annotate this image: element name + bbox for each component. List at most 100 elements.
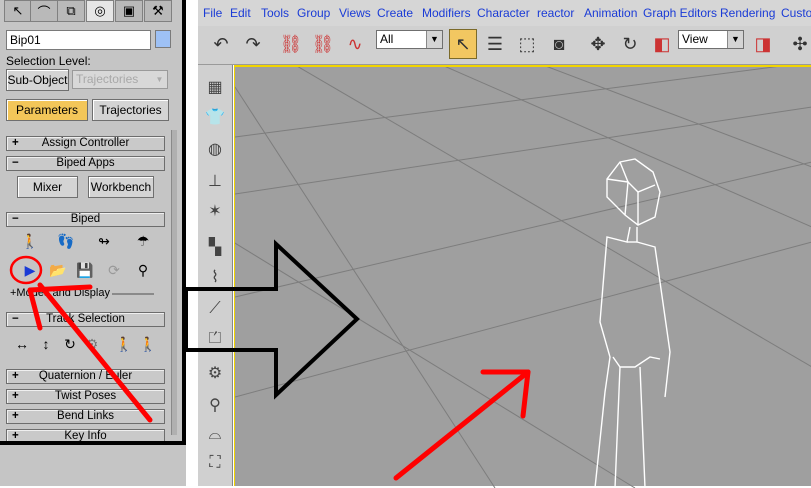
lock-cog-icon[interactable]: ⚙: [82, 335, 102, 353]
panel-scrollbar[interactable]: [171, 130, 177, 435]
select-and-scale-icon[interactable]: ◧: [648, 29, 676, 59]
figure-mode-icon[interactable]: 🚶: [20, 232, 40, 250]
star-icon[interactable]: ✶: [203, 199, 227, 223]
menu-group[interactable]: Group: [297, 6, 330, 20]
pivot-center-icon[interactable]: ◨: [749, 29, 777, 59]
unlink-selection-icon[interactable]: ⛓: [309, 29, 337, 59]
expand-sign: +: [12, 410, 19, 422]
modes-and-display-label[interactable]: +Modes and Display: [10, 287, 110, 299]
menu-reactor[interactable]: reactor: [537, 6, 574, 20]
key-info-rollout[interactable]: + Key Info: [6, 429, 165, 444]
move-all-mode-icon[interactable]: ⚲: [133, 261, 153, 279]
sub-object-button[interactable]: Sub-Object: [6, 69, 69, 91]
menu-animation[interactable]: Animation: [584, 6, 637, 20]
mixer-button[interactable]: Mixer: [17, 176, 78, 198]
fracture-icon[interactable]: ⛶: [203, 451, 227, 475]
cloth-icon[interactable]: 👕: [203, 105, 227, 129]
bend-links-rollout[interactable]: + Bend Links: [6, 409, 165, 424]
body-rotation-icon[interactable]: ↻: [60, 335, 80, 353]
utilities-tab-icon[interactable]: ⚒: [144, 0, 172, 22]
plane-icon[interactable]: ⊥: [203, 169, 227, 193]
menu-file[interactable]: File: [203, 6, 222, 20]
track-selection-rollout[interactable]: − Track Selection: [6, 312, 165, 327]
manipulate-icon[interactable]: ✣: [786, 29, 811, 59]
rollout-title: Twist Poses: [54, 390, 117, 402]
menu-graph-editors[interactable]: Graph Editors: [643, 6, 717, 20]
undo-icon[interactable]: ↶: [207, 29, 235, 59]
opposite-icon[interactable]: 🚶: [138, 335, 158, 353]
rectangle-selection-icon[interactable]: ⬚: [513, 29, 541, 59]
create-tab-icon[interactable]: ↖: [4, 0, 32, 22]
modify-tab-icon[interactable]: ⌒: [30, 0, 58, 22]
car-icon[interactable]: ⌓: [203, 423, 227, 447]
object-color-swatch[interactable]: [155, 30, 171, 48]
collapse-sign: −: [12, 157, 19, 169]
hierarchy-tab-icon[interactable]: ⧉: [57, 0, 85, 22]
wind-icon[interactable]: ⚲: [203, 393, 227, 417]
rollout-title: Track Selection: [46, 313, 125, 325]
expand-sign: +: [12, 390, 19, 402]
boxes-icon[interactable]: ▦: [203, 75, 227, 99]
menu-character[interactable]: Character: [477, 6, 530, 20]
home-grid: [235, 67, 811, 488]
sphere-icon[interactable]: ◍: [203, 137, 227, 161]
motion-tab-icon[interactable]: ◎: [86, 0, 114, 22]
parameters-button[interactable]: Parameters: [6, 99, 88, 121]
biped-apps-rollout[interactable]: − Biped Apps: [6, 156, 165, 171]
menu-tools[interactable]: Tools: [261, 6, 289, 20]
divider: [112, 293, 154, 295]
object-name-field[interactable]: Bip01: [6, 30, 151, 50]
menu-edit[interactable]: Edit: [230, 6, 251, 20]
spring-icon[interactable]: ⌇: [203, 265, 227, 289]
biped-playback-icon[interactable]: ▶: [20, 261, 40, 279]
bind-space-warp-icon[interactable]: ∿: [341, 29, 369, 59]
biped-rollout[interactable]: − Biped: [6, 212, 165, 227]
reference-coordinate-dropdown[interactable]: View ▼: [678, 30, 744, 49]
save-file-icon[interactable]: 💾: [75, 261, 95, 279]
motion-flow-mode-icon[interactable]: ↬: [94, 232, 114, 250]
trajectories-button[interactable]: Trajectories: [92, 99, 169, 121]
viewport-scene: [235, 67, 811, 488]
checker-icon[interactable]: ▚: [203, 235, 227, 259]
select-object-icon[interactable]: ↖: [449, 29, 477, 59]
gear-icon[interactable]: ⚙: [203, 361, 227, 385]
footstep-mode-icon[interactable]: 👣: [56, 232, 76, 250]
select-and-rotate-icon[interactable]: ↻: [616, 29, 644, 59]
load-file-icon[interactable]: 📂: [48, 261, 68, 279]
menu-rendering[interactable]: Rendering: [720, 6, 775, 20]
perspective-viewport[interactable]: [234, 65, 811, 488]
window-crossing-icon[interactable]: ◙: [545, 29, 573, 59]
rollout-title: Bend Links: [57, 410, 114, 422]
display-tab-icon[interactable]: ▣: [115, 0, 143, 22]
convert-icon[interactable]: ⟳: [104, 261, 124, 279]
workbench-button[interactable]: Workbench: [88, 176, 154, 198]
mixer-mode-icon[interactable]: ☂: [133, 232, 153, 250]
sub-object-dropdown-value: Trajectories: [76, 72, 139, 86]
rope-icon[interactable]: ⟋: [203, 297, 227, 321]
collapse-sign: −: [12, 313, 19, 325]
menu-create[interactable]: Create: [377, 6, 413, 20]
menu-modifiers[interactable]: Modifiers: [422, 6, 471, 20]
hinge-icon[interactable]: ⏍: [203, 327, 227, 351]
selection-filter-value: All: [380, 32, 394, 46]
quaternion-euler-rollout[interactable]: + Quaternion / Euler: [6, 369, 165, 384]
chevron-down-icon: ▼: [426, 31, 442, 48]
select-and-link-icon[interactable]: ⛓: [277, 29, 305, 59]
selection-filter-dropdown[interactable]: All ▼: [376, 30, 443, 49]
tab-panel-strip: ▦ 👕 ◍ ⊥ ✶ ▚ ⌇ ⟋ ⏍ ⚙ ⚲ ⌓ ⛶: [198, 65, 233, 486]
sub-object-dropdown[interactable]: Trajectories ▼: [72, 70, 168, 89]
assign-controller-rollout[interactable]: + Assign Controller: [6, 136, 165, 151]
menu-views[interactable]: Views: [339, 6, 371, 20]
symmetrical-icon[interactable]: 🚶: [114, 335, 134, 353]
body-vertical-icon[interactable]: ↕: [36, 335, 56, 353]
menu-bar: File Edit Tools Group Views Create Modif…: [198, 0, 811, 26]
biped-wireframe: [594, 158, 671, 488]
menu-customize[interactable]: Custo: [781, 6, 811, 20]
select-and-move-icon[interactable]: ✥: [584, 29, 612, 59]
rollout-title: Key Info: [64, 430, 107, 442]
chevron-down-icon: ▼: [155, 75, 164, 84]
select-by-name-icon[interactable]: ☰: [481, 29, 509, 59]
redo-icon[interactable]: ↷: [239, 29, 267, 59]
twist-poses-rollout[interactable]: + Twist Poses: [6, 389, 165, 404]
body-horizontal-icon[interactable]: ↔: [12, 335, 32, 353]
